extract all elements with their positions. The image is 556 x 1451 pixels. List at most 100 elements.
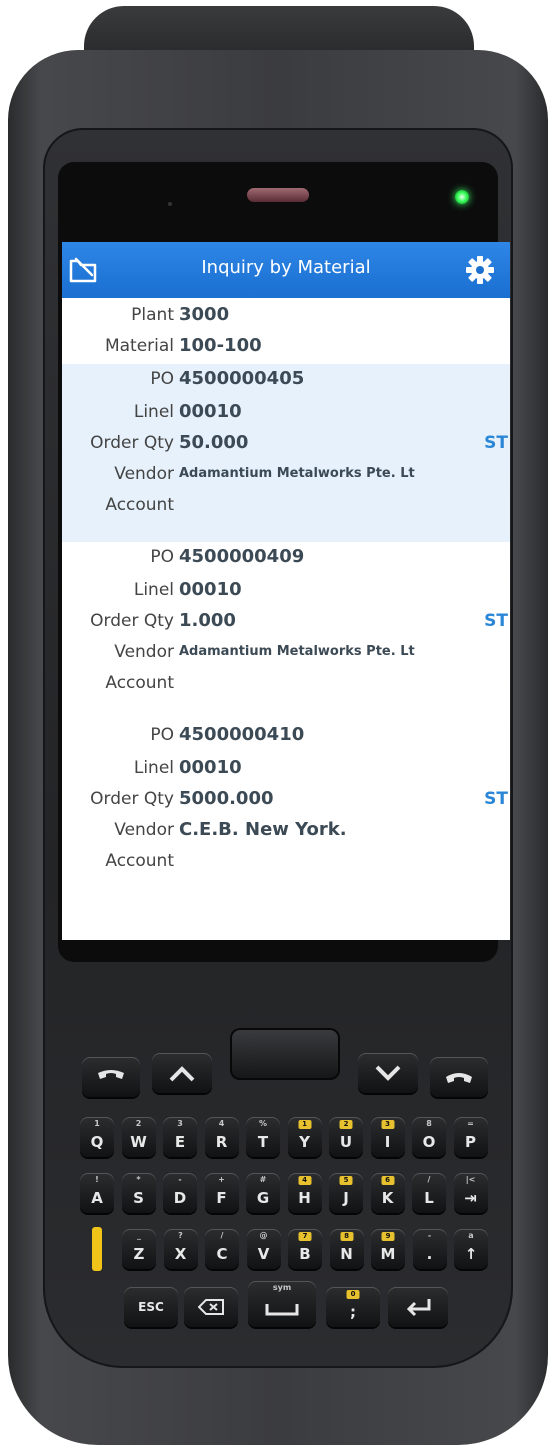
account-label: Account: [105, 851, 174, 871]
gear-icon[interactable]: [464, 254, 496, 286]
nav-down-key[interactable]: [358, 1053, 418, 1093]
sym-label: sym: [272, 1283, 292, 1292]
line-row: Linel 00010: [62, 753, 510, 784]
key-sub-label: 9: [381, 1232, 395, 1241]
space-key[interactable]: sym: [248, 1281, 316, 1327]
key-main-label: S: [133, 1188, 144, 1207]
key-2[interactable]: 2W: [121, 1117, 156, 1157]
backspace-icon: [198, 1299, 224, 1315]
key-main-label: .: [426, 1244, 433, 1263]
list-item[interactable]: PO 4500000409 Linel 00010 Order Qty 1.00…: [62, 542, 510, 720]
key-9[interactable]: 8O: [412, 1117, 446, 1157]
key-8[interactable]: 6K: [370, 1173, 405, 1213]
key-1[interactable]: _ Z: [122, 1229, 156, 1269]
status-led-icon: [455, 190, 469, 204]
key-main-label: L: [424, 1188, 434, 1207]
key-4[interactable]: + F: [204, 1173, 239, 1213]
key-main-label: U: [339, 1132, 353, 1151]
material-label: Material: [104, 336, 174, 356]
line-value: 00010: [179, 757, 242, 778]
qty-row: Order Qty 5000.000 ST: [62, 784, 510, 815]
end-call-key[interactable]: [430, 1057, 488, 1097]
function-key[interactable]: [92, 1227, 102, 1271]
key-7[interactable]: 9M: [371, 1229, 405, 1269]
key-sub-label: /: [220, 1231, 224, 1240]
qty-label: Order Qty: [90, 789, 174, 809]
key-10[interactable]: |< ⇥: [453, 1173, 488, 1213]
key-10[interactable]: = P: [453, 1117, 488, 1157]
key-sub-label: =: [467, 1119, 474, 1128]
key-sub-label: @: [259, 1231, 268, 1240]
key-2[interactable]: ? X: [163, 1229, 198, 1269]
handheld-device: Inquiry by Material Plant 3000 Material …: [0, 0, 556, 1451]
key-4[interactable]: 4R: [204, 1117, 239, 1157]
key-8[interactable]: 3I: [370, 1117, 405, 1157]
key-main-label: K: [381, 1188, 394, 1207]
key-main-label: E: [174, 1132, 186, 1151]
key-main-label: C: [216, 1244, 228, 1263]
nav-up-key[interactable]: [152, 1053, 212, 1093]
space-icon: [265, 1304, 299, 1316]
key-5[interactable]: % T: [246, 1117, 280, 1157]
po-label: PO: [150, 547, 174, 567]
vendor-value: Adamantium Metalworks Pte. Lt: [179, 466, 415, 481]
scan-trigger-button[interactable]: [230, 1028, 340, 1080]
key-9[interactable]: / L: [412, 1173, 446, 1213]
key-main-label: ⇥: [464, 1188, 477, 1207]
line-label: Linel: [133, 402, 174, 422]
key-8[interactable]: -.: [412, 1229, 447, 1269]
key-5[interactable]: 7B: [288, 1229, 322, 1269]
key-sub-label: _: [137, 1231, 141, 1240]
po-value: 4500000405: [179, 368, 305, 389]
key-6[interactable]: 1Y: [287, 1117, 322, 1157]
key-main-label: ↑: [464, 1244, 478, 1263]
key-4[interactable]: @ V: [246, 1229, 281, 1269]
key-sub-label: 6: [381, 1176, 394, 1185]
list-item[interactable]: PO 4500000405 Linel 00010 Order Qty 50.0…: [62, 364, 510, 542]
call-key[interactable]: [82, 1057, 140, 1097]
material-header: Plant 3000 Material 100-100: [62, 298, 510, 364]
key-main-label: P: [465, 1132, 476, 1151]
key-6[interactable]: 8N: [329, 1229, 364, 1269]
po-row: PO 4500000405: [62, 364, 510, 397]
backspace-key[interactable]: [184, 1287, 238, 1327]
key-5[interactable]: # G: [246, 1173, 280, 1213]
semicolon-main-label: ;: [350, 1302, 356, 1321]
key-1[interactable]: ! A: [80, 1173, 114, 1213]
key-sub-label: #: [259, 1175, 267, 1184]
key-3[interactable]: -D: [163, 1173, 197, 1213]
key-sub-label: 4: [218, 1119, 225, 1128]
key-main-label: T: [257, 1132, 269, 1151]
qty-label: Order Qty: [90, 433, 174, 453]
key-7[interactable]: 2U: [329, 1117, 363, 1157]
list-item[interactable]: PO 4500000410 Linel 00010 Order Qty 5000…: [62, 720, 510, 898]
key-sub-label: /: [427, 1175, 431, 1184]
key-main-label: M: [380, 1244, 396, 1263]
account-row: Account: [62, 846, 510, 877]
semicolon-key[interactable]: 0 ;: [326, 1287, 380, 1327]
po-row: PO 4500000409: [62, 542, 510, 575]
key-2[interactable]: * S: [121, 1173, 156, 1213]
qty-value: 50.000: [179, 432, 249, 453]
key-1[interactable]: 1Q: [80, 1117, 114, 1157]
vendor-value: C.E.B. New York.: [179, 819, 347, 840]
key-sub-label: 3: [381, 1120, 394, 1129]
key-main-label: J: [343, 1188, 349, 1207]
line-value: 00010: [179, 579, 242, 600]
key-3[interactable]: 3E: [163, 1117, 197, 1157]
key-6[interactable]: 4H: [287, 1173, 322, 1213]
enter-key[interactable]: [388, 1287, 448, 1327]
key-sub-label: +: [218, 1175, 225, 1184]
chevron-up-icon: [169, 1066, 195, 1082]
vendor-label: Vendor: [114, 820, 174, 840]
escape-key[interactable]: ESC: [124, 1287, 178, 1327]
line-value: 00010: [179, 401, 242, 422]
po-value: 4500000410: [179, 724, 305, 745]
key-7[interactable]: 5J: [329, 1173, 363, 1213]
key-3[interactable]: / C: [205, 1229, 239, 1269]
key-main-label: Z: [133, 1244, 145, 1263]
qty-row: Order Qty 1.000 ST: [62, 606, 510, 637]
key-main-label: V: [257, 1244, 270, 1263]
key-9[interactable]: a ↑: [454, 1229, 488, 1269]
key-sub-label: a: [468, 1231, 474, 1240]
